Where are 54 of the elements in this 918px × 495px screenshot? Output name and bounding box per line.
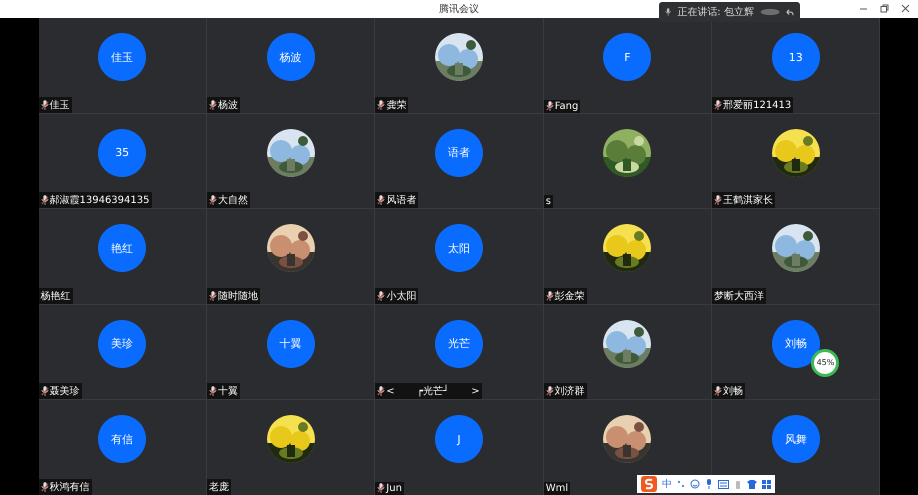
participant-name-text: 王鹤淇家长 — [723, 194, 774, 208]
avatar-initials: 光芒 — [434, 320, 483, 368]
participant-name-text: 十翼 — [218, 384, 238, 398]
shirt-icon[interactable] — [747, 480, 757, 488]
avatar-initials: 有信 — [98, 415, 146, 464]
participant-name-text: Wml — [546, 482, 568, 494]
participant-name-text: 邢爱丽121413 — [723, 98, 792, 112]
avatar-initials: 杨波 — [266, 33, 315, 81]
avatar-initials: 艳红 — [98, 224, 146, 272]
smiley-icon[interactable] — [690, 479, 700, 489]
avatar-initials: 佳玉 — [98, 33, 146, 81]
window-title: 腾讯会议 — [439, 2, 479, 16]
participant-name-text: 杨波 — [218, 98, 238, 112]
participant-name-text: 佳玉 — [50, 98, 70, 112]
participant-name-text: 随时随地 — [218, 290, 258, 303]
avatar-initials: 太阳 — [434, 224, 483, 272]
back-arrow-icon[interactable] — [786, 8, 794, 16]
avatar-initials: J — [434, 415, 483, 464]
ime-mode-toggle[interactable]: 中 — [662, 477, 672, 491]
participant-name-text: Jun — [386, 482, 402, 494]
avatar-initials: 风舞 — [772, 415, 820, 464]
keyboard-icon[interactable] — [718, 480, 729, 488]
participant-name-text: 老庞 — [208, 480, 229, 494]
participant-name-text: 刘畅 — [723, 384, 744, 398]
close-icon[interactable] — [901, 4, 910, 13]
punctuation-icon[interactable] — [677, 479, 685, 489]
participant-name-text: 小太阳 — [386, 290, 416, 303]
microphone-icon — [665, 7, 672, 17]
avatar-initials: 13 — [772, 33, 820, 81]
participant-name-text: 梦断大西洋 — [714, 290, 764, 303]
ime-logo-icon[interactable] — [641, 476, 657, 492]
participant-name-text: 龚荣 — [386, 98, 406, 112]
microphone-icon[interactable] — [705, 479, 713, 489]
avatar-initials: F — [603, 33, 652, 81]
restore-icon[interactable] — [880, 4, 889, 13]
grid-icon[interactable] — [762, 480, 771, 488]
avatar-initials: 语者 — [434, 128, 483, 177]
participant-name-text: 秋鸿有信 — [50, 480, 90, 494]
network-badge: 45% — [811, 348, 840, 377]
participant-name-text: 刘济群 — [554, 384, 585, 398]
participant-name-text: Fang — [554, 100, 578, 112]
participant-name-text: s — [546, 196, 551, 208]
participant-name-text: 风语者 — [386, 194, 416, 208]
blurred-name-icon — [760, 7, 780, 17]
participant-name-text: < ┍光芒┘ > — [386, 384, 480, 398]
participant-name-text: 杨艳红 — [40, 290, 70, 303]
participant-name-text: 大自然 — [218, 194, 248, 208]
participant-name-text: 聂美珍 — [50, 384, 80, 398]
avatar-initials: 十翼 — [266, 320, 315, 368]
speaker-text: 正在讲话: 包立辉 — [677, 6, 754, 19]
avatar-initials: 美珍 — [98, 320, 146, 368]
participant-name-text: 彭金荣 — [554, 290, 585, 303]
participant-name-text: 郝淑霞13946394135 — [50, 194, 150, 208]
avatar-initials: 35 — [98, 128, 146, 177]
